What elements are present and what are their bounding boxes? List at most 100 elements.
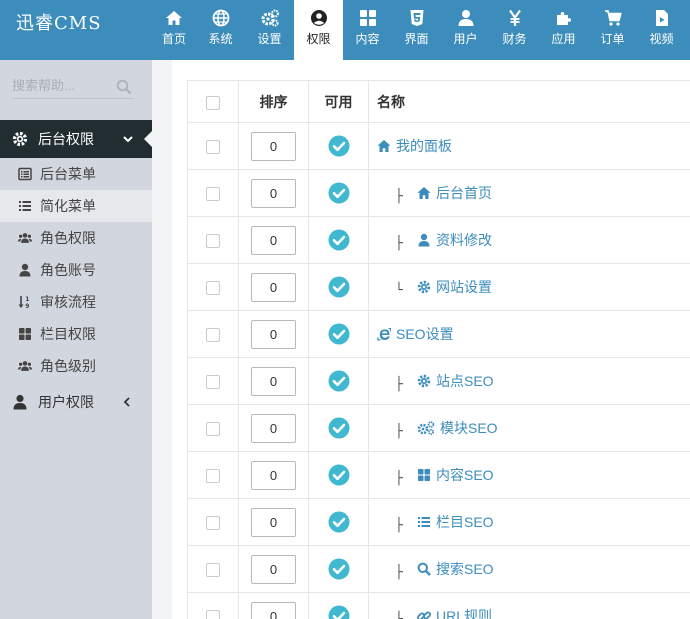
- order-input[interactable]: [251, 272, 296, 302]
- menu-name-link[interactable]: SEO设置: [377, 324, 454, 344]
- row-checkbox[interactable]: [206, 375, 220, 390]
- sort-numeric-icon: 19: [18, 296, 29, 309]
- nav-label: 界面: [404, 32, 429, 46]
- yen-icon: [508, 9, 521, 26]
- row-checkbox[interactable]: [206, 563, 220, 578]
- nav-video[interactable]: 视频: [637, 0, 686, 60]
- row-checkbox[interactable]: [206, 422, 220, 437]
- menu-name-label: 网站设置: [436, 278, 492, 295]
- check-circle-icon[interactable]: [328, 323, 350, 345]
- menu-name-link[interactable]: 栏目SEO: [417, 512, 494, 532]
- table-row: ├ 内容SEO: [187, 451, 690, 499]
- check-circle-icon[interactable]: [328, 182, 350, 204]
- sidebar-item-review-workflow[interactable]: 19 审核流程: [0, 286, 152, 318]
- sidebar-item-backend-menu[interactable]: 后台菜单: [0, 158, 152, 190]
- tree-connector: ├: [395, 188, 403, 204]
- nav-home[interactable]: 首页: [152, 0, 196, 60]
- nav-label: 应用: [551, 32, 576, 46]
- sidebar-item-column-permissions[interactable]: 栏目权限: [0, 318, 152, 350]
- menu-name-link[interactable]: 资料修改: [417, 230, 492, 250]
- nav-orders[interactable]: 订单: [588, 0, 637, 60]
- order-input[interactable]: [251, 131, 296, 161]
- user-icon: [13, 394, 27, 410]
- row-name-cell: 我的面板: [368, 122, 690, 170]
- row-checkbox[interactable]: [206, 610, 220, 619]
- sidebar-item-label: 角色权限: [40, 230, 96, 246]
- nav-content[interactable]: 内容: [343, 0, 392, 60]
- tree-connector: └: [395, 611, 403, 619]
- check-circle-icon[interactable]: [328, 558, 350, 580]
- order-input[interactable]: [251, 460, 296, 490]
- check-circle-icon[interactable]: [328, 135, 350, 157]
- search-icon: [417, 562, 431, 576]
- menu-name-link[interactable]: URL规则: [417, 606, 492, 619]
- menu-name-link[interactable]: 我的面板: [377, 136, 452, 156]
- sidebar-item-role-accounts[interactable]: 角色账号: [0, 254, 152, 286]
- nav-interface[interactable]: 界面: [392, 0, 441, 60]
- menu-name-label: 资料修改: [436, 231, 492, 248]
- sidebar-item-label: 角色级别: [40, 358, 96, 374]
- row-checkbox[interactable]: [206, 187, 220, 202]
- active-indicator: [144, 130, 153, 148]
- nav-label: 系统: [208, 32, 233, 46]
- table-row: └ 网站设置: [187, 263, 690, 311]
- search-icon[interactable]: [116, 79, 132, 95]
- chevron-down-icon: [123, 136, 133, 143]
- nav-apps[interactable]: 应用: [539, 0, 588, 60]
- row-order-cell: [238, 310, 309, 358]
- check-circle-icon[interactable]: [328, 464, 350, 486]
- nav-system[interactable]: 系统: [196, 0, 245, 60]
- row-select-cell: [187, 263, 239, 311]
- check-circle-icon[interactable]: [328, 229, 350, 251]
- row-checkbox[interactable]: [206, 328, 220, 343]
- order-input[interactable]: [251, 225, 296, 255]
- sidebar-group-user-permissions[interactable]: 用户权限: [0, 386, 152, 418]
- check-circle-icon[interactable]: [328, 511, 350, 533]
- menu-name-link[interactable]: 内容SEO: [417, 465, 494, 485]
- order-input[interactable]: [251, 319, 296, 349]
- search-input[interactable]: [12, 73, 112, 97]
- row-select-cell: [187, 216, 239, 264]
- menu-name-link[interactable]: 网站设置: [417, 277, 492, 297]
- order-input[interactable]: [251, 601, 296, 619]
- sidebar-item-role-levels[interactable]: 角色级别: [0, 350, 152, 382]
- check-circle-icon[interactable]: [328, 605, 350, 619]
- sidebar-search: [12, 73, 134, 99]
- order-input[interactable]: [251, 366, 296, 396]
- order-input[interactable]: [251, 178, 296, 208]
- check-circle-icon[interactable]: [328, 370, 350, 392]
- check-circle-icon[interactable]: [328, 276, 350, 298]
- menu-name-link[interactable]: 模块SEO: [417, 418, 498, 438]
- order-input[interactable]: [251, 554, 296, 584]
- column-header-order[interactable]: 排序: [238, 80, 309, 123]
- row-checkbox[interactable]: [206, 469, 220, 484]
- tree-connector: ├: [395, 564, 403, 580]
- nav-finance[interactable]: 财务: [490, 0, 539, 60]
- menu-name-label: 栏目SEO: [436, 513, 494, 530]
- nav-users[interactable]: 用户: [441, 0, 490, 60]
- check-circle-icon[interactable]: [328, 417, 350, 439]
- logo[interactable]: 迅睿CMS: [0, 0, 152, 60]
- table-row: SEO设置: [187, 310, 690, 358]
- menu-name-link[interactable]: 站点SEO: [417, 371, 494, 391]
- row-checkbox[interactable]: [206, 281, 220, 296]
- html5-icon: [410, 10, 423, 26]
- select-all-checkbox[interactable]: [206, 95, 220, 110]
- row-name-cell: ├ 站点SEO: [368, 357, 690, 405]
- order-input[interactable]: [251, 507, 296, 537]
- menu-name-link[interactable]: 后台首页: [417, 183, 492, 203]
- order-input[interactable]: [251, 413, 296, 443]
- row-select-cell: [187, 451, 239, 499]
- row-checkbox[interactable]: [206, 516, 220, 531]
- menu-name-link[interactable]: 搜索SEO: [417, 559, 494, 579]
- table-row: ├ 资料修改: [187, 216, 690, 264]
- row-enabled-cell: [308, 310, 369, 358]
- row-checkbox[interactable]: [206, 234, 220, 249]
- table-row: ├ 后台首页: [187, 169, 690, 217]
- nav-settings[interactable]: 设置: [245, 0, 294, 60]
- sidebar-item-role-permissions[interactable]: 角色权限: [0, 222, 152, 254]
- sidebar-group-backend-permissions[interactable]: 后台权限: [0, 120, 153, 158]
- row-checkbox[interactable]: [206, 140, 220, 155]
- nav-permissions[interactable]: 权限: [294, 0, 343, 60]
- sidebar-item-simple-menu[interactable]: 简化菜单: [0, 190, 152, 222]
